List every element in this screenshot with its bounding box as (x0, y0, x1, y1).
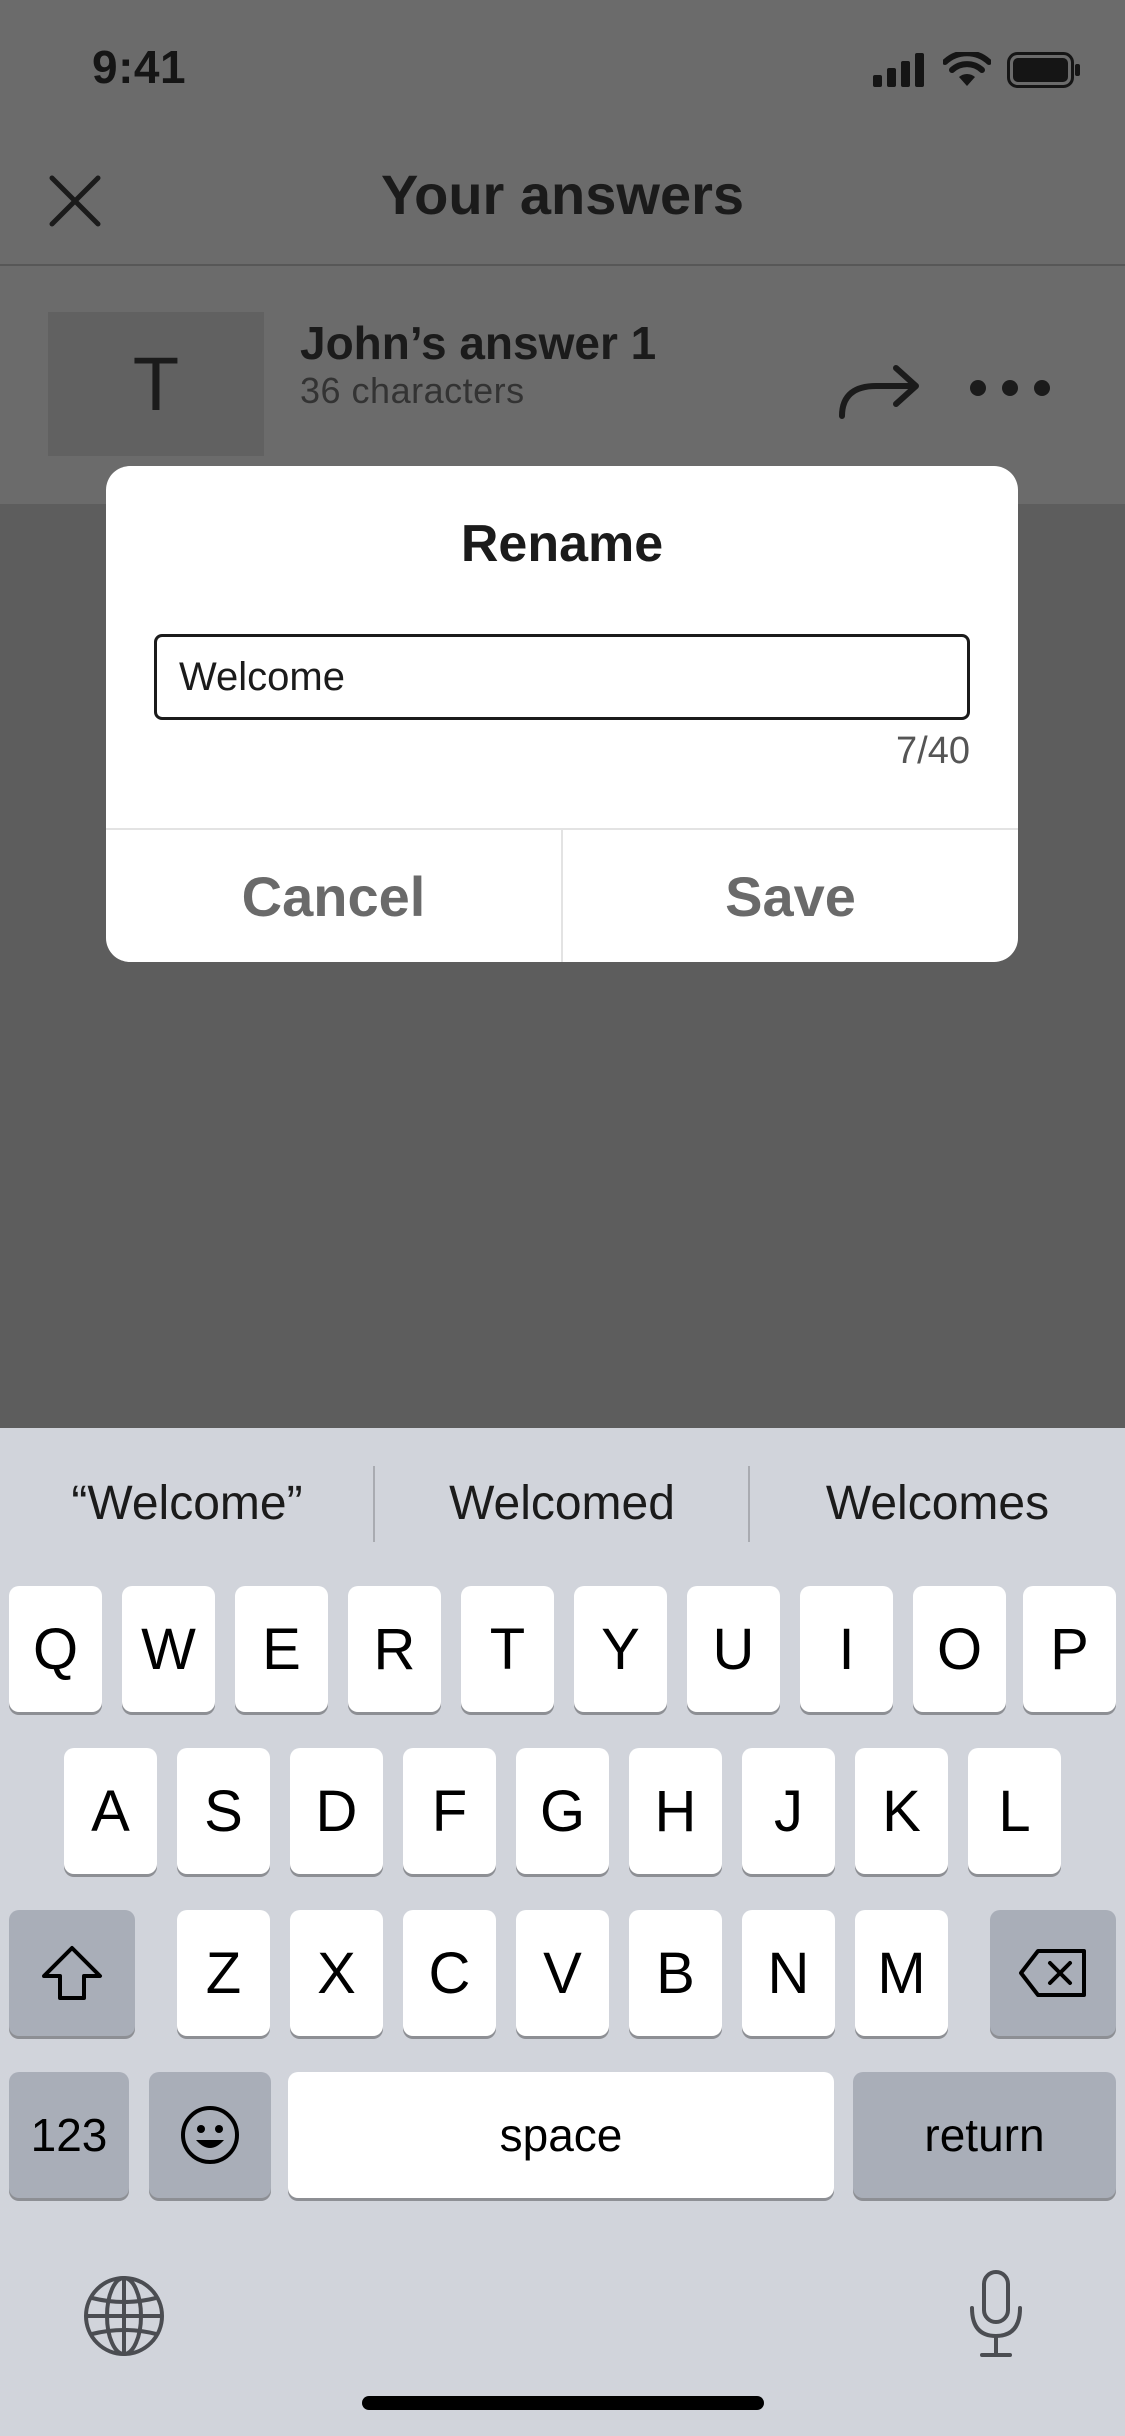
globe-button[interactable] (82, 2274, 166, 2358)
top-navbar: Your answers (0, 140, 1125, 266)
share-button[interactable] (836, 360, 924, 420)
battery-icon (1007, 52, 1080, 88)
status-bar: 9:41 (0, 0, 1125, 140)
answer-title: John’s answer 1 (300, 317, 657, 369)
more-dot (1034, 380, 1050, 396)
key-c[interactable]: C (403, 1910, 496, 2036)
answer-subtitle: 36 characters (300, 370, 525, 411)
more-dot (1002, 380, 1018, 396)
key-e[interactable]: E (235, 1586, 328, 1712)
key-y[interactable]: Y (574, 1586, 667, 1712)
key-j[interactable]: J (742, 1748, 835, 1874)
numbers-key[interactable]: 123 (9, 2072, 129, 2198)
key-r[interactable]: R (348, 1586, 441, 1712)
cellular-signal-icon (873, 53, 924, 87)
page-title: Your answers (380, 163, 745, 226)
suggestion-bar: “Welcome” Welcomed Welcomes (0, 1428, 1125, 1578)
emoji-key[interactable] (149, 2072, 271, 2198)
key-t[interactable]: T (461, 1586, 554, 1712)
home-indicator (362, 2396, 764, 2410)
return-key-label: return (924, 2109, 1045, 2161)
key-x[interactable]: X (290, 1910, 383, 2036)
key-b[interactable]: B (629, 1910, 722, 2036)
key-d[interactable]: D (290, 1748, 383, 1874)
key-l[interactable]: L (968, 1748, 1061, 1874)
shift-key[interactable] (9, 1910, 135, 2036)
shift-icon (42, 1946, 102, 2000)
key-v[interactable]: V (516, 1910, 609, 2036)
key-i[interactable]: I (800, 1586, 893, 1712)
emoji-icon (181, 2106, 239, 2164)
more-options-button[interactable] (970, 376, 1050, 400)
space-key-label: space (499, 2109, 623, 2161)
numbers-key-label: 123 (30, 2109, 108, 2161)
status-time: 9:41 (92, 41, 187, 93)
keyboard: “Welcome” Welcomed Welcomes Q W E R T Y … (0, 1428, 1125, 2436)
backspace-icon (1019, 1949, 1086, 1997)
key-u[interactable]: U (687, 1586, 780, 1712)
key-s[interactable]: S (177, 1748, 270, 1874)
key-o[interactable]: O (913, 1586, 1006, 1712)
rename-dialog: Rename 7/40 Cancel Save (106, 466, 1018, 962)
answer-thumbnail: T (48, 312, 264, 456)
dialog-title: Rename (460, 515, 664, 573)
microphone-icon (970, 2270, 1022, 2357)
key-g[interactable]: G (516, 1748, 609, 1874)
key-f[interactable]: F (403, 1748, 496, 1874)
key-q[interactable]: Q (9, 1586, 102, 1712)
key-p[interactable]: P (1023, 1586, 1116, 1712)
key-z[interactable]: Z (177, 1910, 270, 2036)
key-k[interactable]: K (855, 1748, 948, 1874)
cancel-button[interactable]: Cancel (106, 830, 561, 962)
return-key[interactable]: return (853, 2072, 1116, 2198)
rename-input[interactable] (154, 634, 970, 720)
dictation-button[interactable] (964, 2268, 1028, 2360)
character-counter: 7/40 (896, 730, 970, 772)
key-h[interactable]: H (629, 1748, 722, 1874)
share-arrow-icon (839, 365, 919, 419)
wifi-icon (943, 52, 991, 86)
globe-icon (84, 2276, 164, 2356)
suggestion-item[interactable]: “Welcome” (0, 1428, 374, 1578)
suggestion-item[interactable]: Welcomes (750, 1428, 1125, 1578)
suggestion-item[interactable]: Welcomed (375, 1428, 749, 1578)
key-m[interactable]: M (855, 1910, 948, 2036)
more-dot (970, 380, 986, 396)
status-icons (873, 48, 1081, 92)
delete-key[interactable] (990, 1910, 1116, 2036)
key-n[interactable]: N (742, 1910, 835, 2036)
key-a[interactable]: A (64, 1748, 157, 1874)
save-button[interactable]: Save (563, 830, 1018, 962)
key-w[interactable]: W (122, 1586, 215, 1712)
space-key[interactable]: space (288, 2072, 834, 2198)
